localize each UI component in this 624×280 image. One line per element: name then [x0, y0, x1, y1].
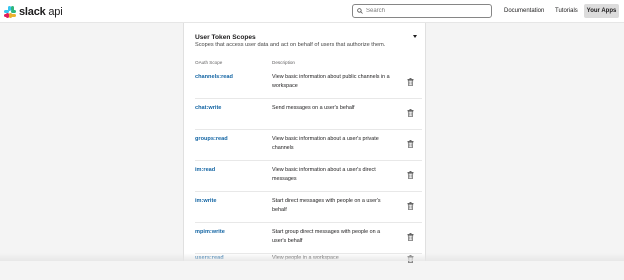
search-box[interactable] — [352, 4, 492, 18]
scope-row: users:read View people in a workspace — [195, 249, 422, 280]
scopes-card: User Token Scopes Scopes that access use… — [183, 23, 426, 263]
search-input[interactable] — [363, 6, 476, 16]
scope-row: im:write Start direct messages with peop… — [195, 192, 422, 223]
scope-description: View basic information about a user's pr… — [272, 136, 379, 151]
logo-wordmark: slack api — [19, 5, 63, 18]
trash-icon[interactable] — [407, 202, 414, 210]
scope-name-link[interactable]: users:read — [195, 255, 224, 261]
scope-name-link[interactable]: chat:write — [195, 105, 221, 111]
logo-light-text: api — [45, 5, 63, 18]
caret-down-icon[interactable] — [413, 35, 417, 38]
top-navigation-bar: slack api Documentation Tutorials Your A… — [0, 0, 624, 23]
scope-description: View basic information about a user's di… — [272, 167, 376, 182]
section-description: Scopes that access user data and act on … — [195, 42, 386, 48]
nav-documentation-link[interactable]: Documentation — [504, 4, 544, 18]
scope-description: Send messages on a user's behalf — [272, 105, 355, 111]
scope-description: View basic information about public chan… — [272, 74, 390, 89]
trash-icon[interactable] — [407, 78, 414, 86]
scope-description: View people in a workspace — [272, 255, 339, 261]
nav-your-apps-button[interactable]: Your Apps — [584, 4, 619, 18]
logo-bold-text: slack — [19, 5, 46, 18]
nav-tutorials-link[interactable]: Tutorials — [555, 4, 578, 18]
scope-name-link[interactable]: mpim:write — [195, 229, 225, 235]
scope-name-link[interactable]: groups:read — [195, 136, 228, 142]
column-header-description: Description — [272, 60, 295, 65]
scope-row: chat:write Send messages on a user's beh… — [195, 99, 422, 130]
section-title: User Token Scopes — [195, 34, 256, 41]
scope-name-link[interactable]: channels:read — [195, 74, 233, 80]
slack-logo-icon — [4, 5, 16, 18]
trash-icon[interactable] — [407, 233, 414, 241]
scope-row: channels:read View basic information abo… — [195, 68, 422, 99]
column-header-scope: OAuth Scope — [195, 60, 223, 65]
scope-name-link[interactable]: im:read — [195, 167, 215, 173]
scope-description: Start group direct messages with people … — [272, 229, 381, 244]
slack-api-logo[interactable]: slack api — [4, 4, 63, 19]
scope-row: groups:read View basic information about… — [195, 130, 422, 161]
scope-description: Start direct messages with people on a u… — [272, 198, 381, 213]
trash-icon[interactable] — [407, 171, 414, 179]
scope-row: im:read View basic information about a u… — [195, 161, 422, 192]
trash-icon[interactable] — [407, 109, 414, 117]
trash-icon[interactable] — [407, 140, 414, 148]
scope-name-link[interactable]: im:write — [195, 198, 216, 204]
trash-icon[interactable] — [407, 255, 414, 263]
